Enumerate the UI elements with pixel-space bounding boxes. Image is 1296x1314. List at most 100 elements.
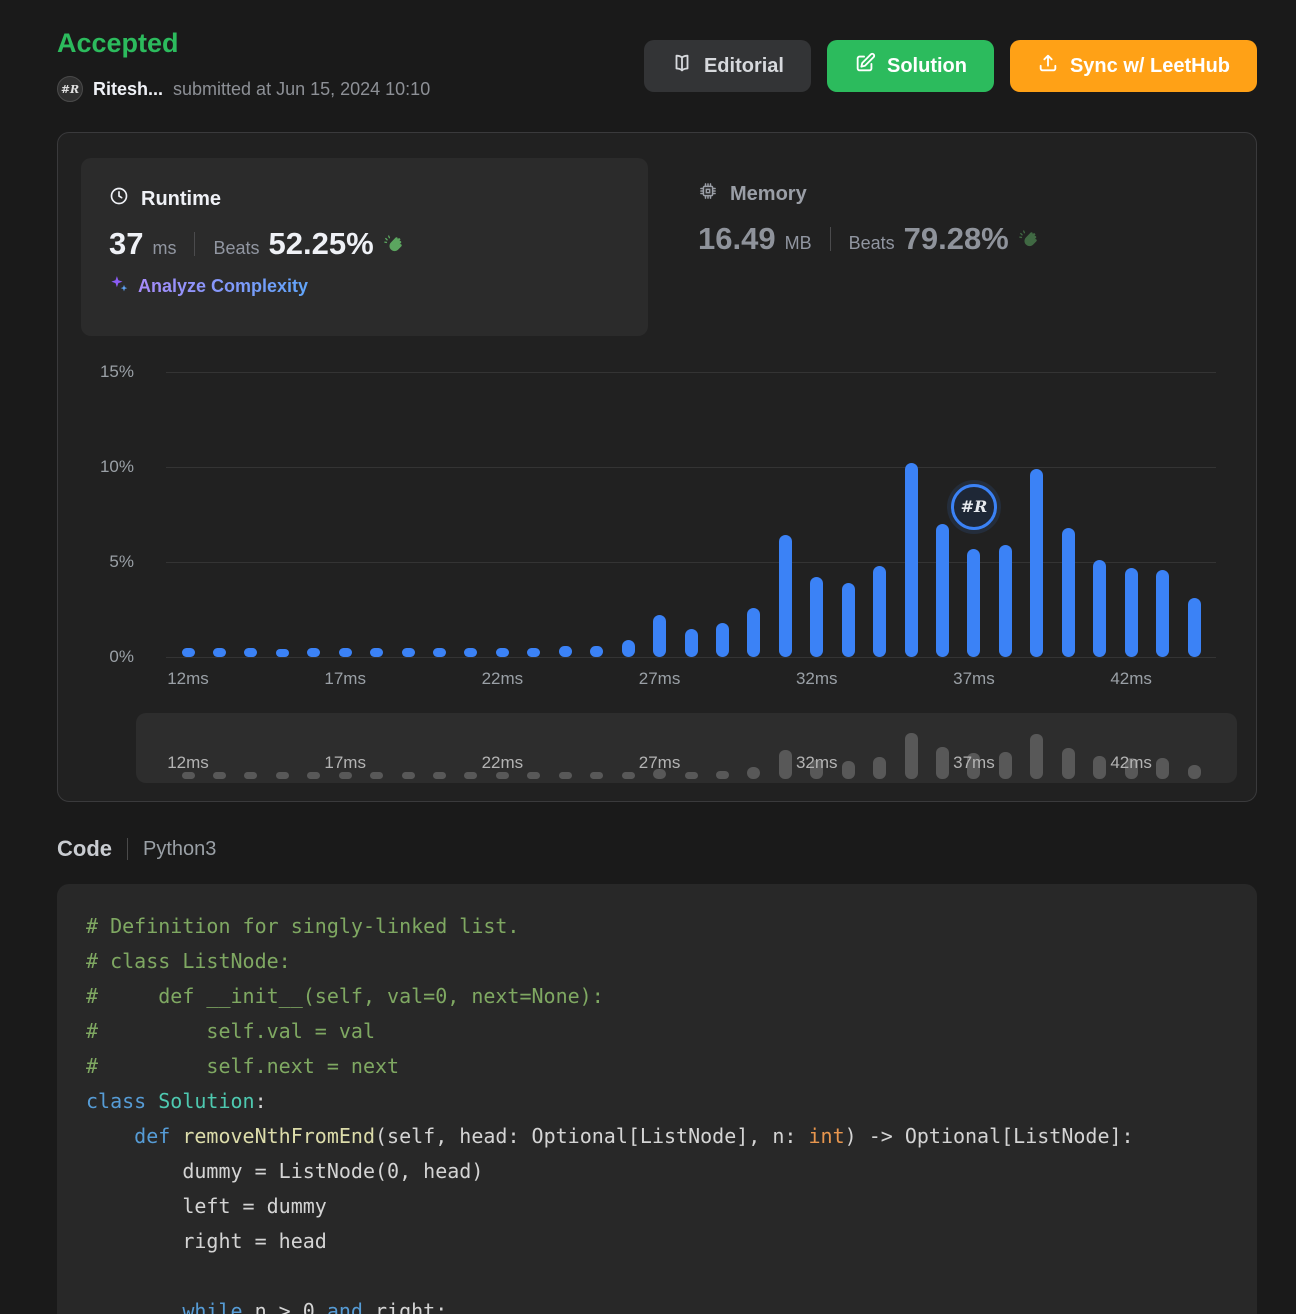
chart-bar[interactable]	[244, 648, 257, 658]
chart-bar[interactable]	[967, 549, 980, 657]
chart-bar[interactable]	[873, 566, 886, 657]
chart-bar[interactable]	[370, 648, 383, 658]
runtime-distribution-plot: #R	[166, 372, 1216, 657]
memory-value: 16.49	[698, 221, 776, 257]
y-tick-label: 10%	[100, 456, 134, 478]
minimap-bar	[905, 733, 918, 779]
chart-bar[interactable]	[590, 646, 603, 657]
code-line: right = head	[86, 1224, 1228, 1259]
sparkles-icon	[109, 274, 129, 299]
chart-user-marker: #R	[951, 484, 997, 530]
chart-bar[interactable]	[622, 640, 635, 657]
chart-bar[interactable]	[905, 463, 918, 657]
minimap-bar	[182, 772, 195, 779]
code-line: # Definition for singly-linked list.	[86, 909, 1228, 944]
sync-leethub-button[interactable]: Sync w/ LeetHub	[1010, 40, 1257, 92]
chart-bar[interactable]	[842, 583, 855, 657]
chart-bar[interactable]	[276, 649, 289, 657]
editorial-button-label: Editorial	[704, 55, 784, 78]
minimap-bar	[339, 772, 352, 779]
chart-bar[interactable]	[936, 524, 949, 657]
analyze-complexity-label: Analyze Complexity	[138, 276, 308, 297]
chart-bar[interactable]	[182, 648, 195, 658]
chart-bar[interactable]	[559, 646, 572, 657]
editorial-button[interactable]: Editorial	[644, 40, 811, 92]
username[interactable]: Ritesh...	[93, 79, 163, 100]
code-line: left = dummy	[86, 1189, 1228, 1224]
code-line: # self.next = next	[86, 1049, 1228, 1084]
minimap-bar	[590, 772, 603, 779]
memory-unit: MB	[785, 233, 812, 254]
x-tick-label: 42ms	[1091, 669, 1171, 689]
minimap-bar	[527, 772, 540, 779]
code-line: # class ListNode:	[86, 944, 1228, 979]
code-line: class Solution:	[86, 1084, 1228, 1119]
minimap-tick-label: 22ms	[462, 753, 542, 773]
clock-icon	[109, 186, 129, 212]
minimap-bar	[307, 772, 320, 779]
x-tick-label: 37ms	[934, 669, 1014, 689]
chart-bar[interactable]	[999, 545, 1012, 657]
distribution-minimap[interactable]: 12ms17ms22ms27ms32ms37ms42ms	[136, 713, 1237, 783]
code-line: # self.val = val	[86, 1014, 1228, 1049]
minimap-bar	[716, 771, 729, 779]
submitted-timestamp: submitted at Jun 15, 2024 10:10	[173, 79, 430, 100]
chart-bar[interactable]	[464, 648, 477, 658]
gridline	[166, 562, 1216, 563]
analyze-complexity-button[interactable]: Analyze Complexity	[109, 274, 308, 299]
user-avatar: #R	[57, 76, 83, 102]
chart-bar[interactable]	[1188, 598, 1201, 657]
chart-bar[interactable]	[1156, 570, 1169, 657]
code-section-title: Code	[57, 836, 112, 862]
runtime-stat-header: Runtime	[109, 186, 620, 212]
divider	[194, 232, 195, 256]
runtime-label: Runtime	[141, 188, 221, 211]
chart-bar[interactable]	[307, 648, 320, 658]
submission-status: Accepted	[57, 28, 179, 59]
chart-bar[interactable]	[685, 629, 698, 658]
solution-button[interactable]: Solution	[827, 40, 994, 92]
minimap-bar	[1188, 765, 1201, 779]
chart-bar[interactable]	[402, 648, 415, 658]
chart-bar[interactable]	[1062, 528, 1075, 657]
chart-bar[interactable]	[653, 615, 666, 657]
chart-bar[interactable]	[747, 608, 760, 657]
gridline	[166, 372, 1216, 373]
chart-bar[interactable]	[527, 648, 540, 658]
chart-bar[interactable]	[1125, 568, 1138, 657]
runtime-values: 37 ms Beats 52.25%	[109, 226, 620, 262]
chart-bar[interactable]	[433, 648, 446, 658]
chart-bar[interactable]	[779, 535, 792, 657]
clap-icon	[383, 233, 405, 255]
minimap-bar	[244, 772, 257, 779]
clap-icon	[1018, 228, 1040, 250]
y-tick-label: 5%	[109, 551, 134, 573]
runtime-stat-card[interactable]: Runtime 37 ms Beats 52.25% Analyze Compl…	[81, 158, 648, 336]
submission-meta: #R Ritesh... submitted at Jun 15, 2024 1…	[57, 76, 430, 102]
minimap-tick-label: 17ms	[305, 753, 385, 773]
x-tick-label: 17ms	[305, 669, 385, 689]
chart-bar[interactable]	[496, 648, 509, 658]
solution-button-label: Solution	[887, 55, 967, 78]
minimap-bar	[622, 772, 635, 779]
chart-bar[interactable]	[716, 623, 729, 657]
minimap-bar	[276, 772, 289, 779]
code-section-header: Code Python3	[57, 836, 216, 862]
x-axis-labels: 12ms17ms22ms27ms32ms37ms42ms	[166, 663, 1216, 689]
code-block[interactable]: # Definition for singly-linked list.# cl…	[57, 884, 1257, 1314]
minimap-bar	[496, 772, 509, 779]
chart-bar[interactable]	[1030, 469, 1043, 657]
sync-leethub-button-label: Sync w/ LeetHub	[1070, 55, 1230, 78]
book-icon	[671, 52, 693, 80]
minimap-bar	[370, 772, 383, 779]
minimap-bar	[873, 757, 886, 779]
chart-bar[interactable]	[810, 577, 823, 657]
chart-bar[interactable]	[1093, 560, 1106, 657]
minimap-bar	[433, 772, 446, 779]
runtime-beats-label: Beats	[213, 238, 259, 259]
chart-bar[interactable]	[213, 648, 226, 658]
chart-bar[interactable]	[339, 648, 352, 658]
memory-stat-block[interactable]: Memory 16.49 MB Beats 79.28%	[698, 181, 1040, 257]
divider	[127, 838, 128, 860]
runtime-unit: ms	[152, 238, 176, 259]
